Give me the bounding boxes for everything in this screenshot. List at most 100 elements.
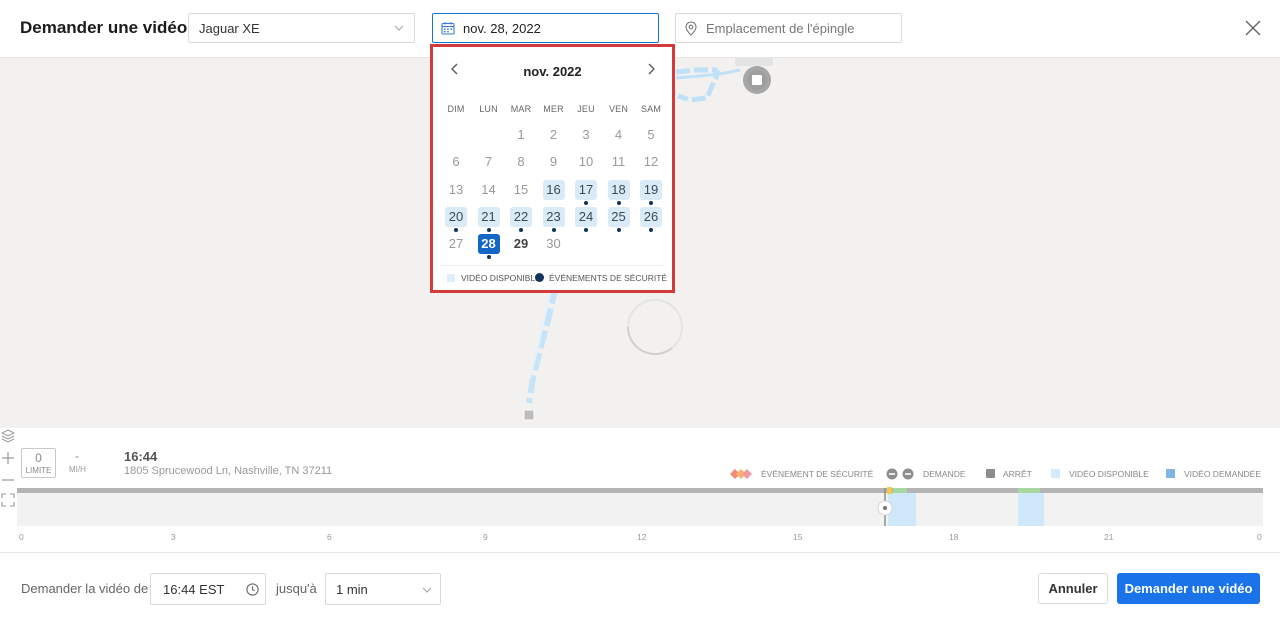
weekday-label: SAM <box>640 104 662 114</box>
calendar-days-grid: 1 2 3 4 5 6 7 8 9 10 11 12 13 14 15 16 17 18 19 20 21 22 23 24 2… <box>440 125 668 265</box>
next-month-icon[interactable] <box>643 61 659 77</box>
calendar-day[interactable]: 19 <box>640 179 662 205</box>
month-label: nov. 2022 <box>523 64 582 79</box>
safety-event-dot-icon <box>551 227 556 232</box>
vehicle-select-value: Jaguar XE <box>199 21 260 36</box>
calendar-day-number: 3 <box>582 127 590 142</box>
calendar-day-number: 20 <box>448 208 464 224</box>
video-available-segment <box>1018 493 1044 526</box>
timeline-tick: 21 <box>1104 532 1114 542</box>
timeline-tick: 9 <box>483 532 488 542</box>
calendar-day[interactable]: 16 <box>542 179 565 200</box>
route-start-marker <box>523 409 535 421</box>
calendar-day[interactable]: 18 <box>607 179 630 205</box>
calendar-day-number: 24 <box>578 208 594 224</box>
safety-event-dot-icon <box>649 200 653 205</box>
calendar-day[interactable]: 25 <box>607 206 630 232</box>
request-video-modal: Demander une vidéo Jaguar XE nov. 28, 20… <box>0 0 1280 625</box>
weekday-label: MER <box>543 104 564 114</box>
calendar-day: 13 <box>445 180 467 200</box>
date-input-value: nov. 28, 2022 <box>463 21 541 36</box>
weekday-label: LUN <box>479 104 498 114</box>
page-title: Demander une vidéo <box>20 18 188 37</box>
calendar-day: 1 <box>510 125 532 145</box>
weekday-label: MAR <box>510 104 532 114</box>
timeline-tick: 18 <box>949 532 959 542</box>
calendar-day: 2 <box>543 125 565 145</box>
start-time-value: 16:44 EST <box>163 582 225 597</box>
safety-event-dot-icon <box>584 227 588 232</box>
calendar-day: 14 <box>478 180 500 200</box>
calendar-day-number: 29 <box>513 236 529 252</box>
calendar-day-number: 15 <box>513 181 529 197</box>
map-marker-top <box>735 58 773 66</box>
start-time-input[interactable]: 16:44 EST <box>150 573 266 605</box>
timeline-tick: 6 <box>327 532 332 542</box>
calendar-day: 11 <box>608 152 630 172</box>
duration-select[interactable]: 1 min <box>325 573 441 605</box>
calendar-day: 27 <box>445 234 467 254</box>
calendar-day[interactable]: 26 <box>640 206 662 232</box>
calendar-day: 4 <box>608 125 630 145</box>
calendar-day: 10 <box>575 152 597 172</box>
timeline-tick: 12 <box>637 532 647 542</box>
pin-location-input[interactable]: Emplacement de l'épingle <box>675 13 902 43</box>
driving-segment <box>1018 488 1040 493</box>
safety-event-marker <box>887 487 892 494</box>
calendar-day-number: 17 <box>578 181 594 197</box>
calendar-day-number: 26 <box>643 208 659 224</box>
weekday-label: VEN <box>608 104 629 114</box>
calendar-day[interactable]: 29 <box>510 234 532 254</box>
calendar-day-number: 8 <box>517 154 525 170</box>
calendar-day-number: 27 <box>448 236 464 252</box>
timeline-panel: 0 LIMITE - MI/H 16:44 1805 Sprucewood Ln… <box>0 428 1280 552</box>
chevron-down-icon <box>422 587 432 593</box>
pin-location-placeholder: Emplacement de l'épingle <box>706 21 855 36</box>
calendar-day-number: 4 <box>614 127 623 142</box>
calendar-day[interactable]: 22 <box>510 206 532 232</box>
calendar-day-number: 16 <box>546 181 561 197</box>
calendar-day[interactable]: 20 <box>445 206 467 232</box>
safety-event-dot-icon <box>454 227 458 232</box>
calendar-day-number: 18 <box>611 181 626 197</box>
calendar-day: 3 <box>575 125 597 145</box>
vehicle-select[interactable]: Jaguar XE <box>188 13 415 43</box>
calendar-day-number: 5 <box>647 127 655 142</box>
calendar-day: 6 <box>445 152 467 172</box>
calendar-day-number: 28 <box>481 236 496 252</box>
calendar-day-number: 1 <box>517 127 525 142</box>
clock-icon <box>246 583 259 596</box>
calendar-day: 15 <box>510 180 532 200</box>
calendar-day-number: 9 <box>549 154 558 170</box>
timeline-tick: 0 <box>1257 532 1262 542</box>
calendar-day-number: 6 <box>452 154 460 170</box>
calendar-day-number: 10 <box>578 154 594 170</box>
calendar-day[interactable]: 21 <box>477 206 500 232</box>
timeline-tick: 15 <box>793 532 803 542</box>
calendar-day[interactable]: 17 <box>575 179 597 205</box>
driving-segment <box>893 488 907 493</box>
calendar-day-number: 2 <box>549 127 558 142</box>
duration-value: 1 min <box>336 582 368 597</box>
cancel-button[interactable]: Annuler <box>1038 573 1108 604</box>
calendar-day-number: 12 <box>643 154 659 170</box>
chevron-down-icon <box>394 25 404 31</box>
weekday-label: JEU <box>577 104 595 114</box>
calendar-day[interactable]: 23 <box>542 206 565 232</box>
calendar-day-number: 14 <box>481 181 496 197</box>
request-video-button[interactable]: Demander une vidéo <box>1117 573 1260 604</box>
calendar-day[interactable]: 28 <box>477 234 500 260</box>
calendar-day-number: 23 <box>546 208 561 224</box>
footer: Demander la vidéo de 16:44 EST jusqu'à 1… <box>0 552 1280 625</box>
calendar-day-number: 22 <box>513 208 529 224</box>
calendar-day-number: 19 <box>643 181 659 197</box>
calendar-day: 8 <box>510 152 532 172</box>
calendar-day-number: 25 <box>611 208 626 224</box>
date-input[interactable]: nov. 28, 2022 <box>432 13 659 43</box>
close-icon[interactable] <box>1244 19 1262 37</box>
calendar-day[interactable]: 24 <box>575 206 597 232</box>
safety-event-dot-icon <box>486 255 491 260</box>
date-picker-popup: nov. 2022 DIM LUN MAR MER JEU VEN SAM 12… <box>430 44 675 293</box>
weekday-label: DIM <box>447 104 465 114</box>
safety-event-dot-icon <box>616 227 621 232</box>
